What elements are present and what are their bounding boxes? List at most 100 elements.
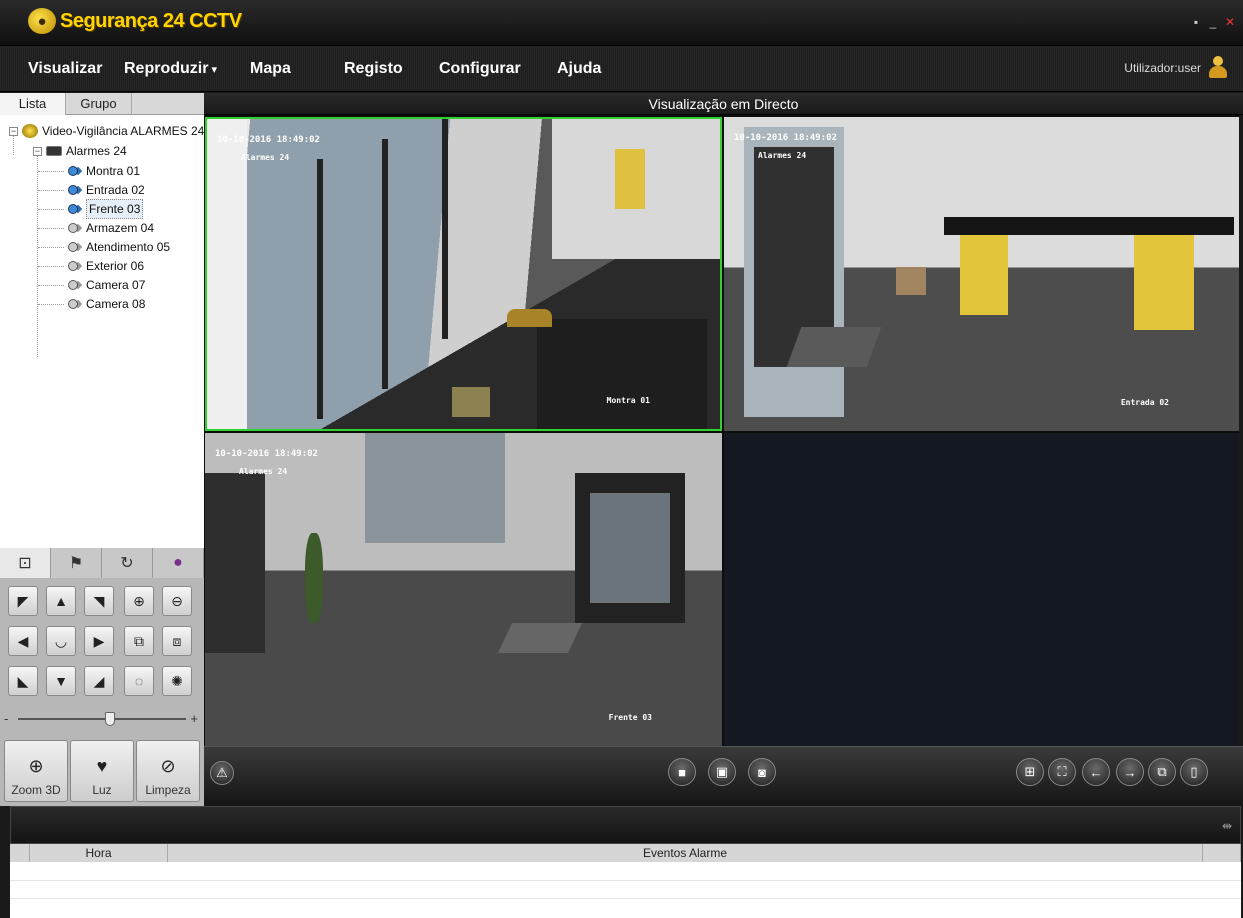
menu-registo[interactable]: Registo [344,46,403,92]
iris-open-button[interactable]: ◌ [124,666,154,696]
ptz-speed-slider[interactable]: - + [2,711,200,727]
tree-camera-armazem-04[interactable]: Armazem 04 [66,219,154,237]
zoom-out-button[interactable]: ⊖ [162,586,192,616]
camera-offline-icon [66,240,83,254]
fullscreen-button[interactable]: ⛶ [1048,758,1076,786]
video-grid: 10-10-2016 18:49:02 Alarmes 24 Montra 01… [204,115,1239,746]
iris-close-button[interactable]: ✺ [162,666,192,696]
minimize-button[interactable]: _ [1206,14,1220,30]
fullscreen-icon: ⛶ [1057,764,1067,779]
tree-camera-atendimento-05[interactable]: Atendimento 05 [66,238,170,256]
ptz-tabs: ⊡ ⚑ ↻ ● [0,548,204,578]
alarm-button[interactable]: ⚠ [210,761,234,785]
arrow-left-icon: ← [1089,764,1103,780]
ptz-right-button[interactable]: ▶ [84,626,114,656]
zoom-out-icon: ⊖ [171,592,183,609]
patrol-icon: ↻ [120,555,134,572]
video-channel-4[interactable] [724,433,1239,746]
camera-offline-icon [66,259,83,273]
layout-button[interactable]: ⊞ [1016,758,1044,786]
channel-dvr-label: Alarmes 24 [239,467,288,476]
lock-icon[interactable]: ▪ [1189,14,1203,30]
tree-camera-07[interactable]: Camera 07 [66,276,145,294]
menu-mapa[interactable]: Mapa [250,46,291,92]
ptz-left-button[interactable]: ◀ [8,626,38,656]
light-button[interactable]: ♥ Luz [70,740,134,802]
ptz-down-button[interactable]: ▼ [46,666,76,696]
tree-group[interactable]: − Alarmes 24 [33,142,127,160]
sequence-icon: ⧉ [1157,764,1167,779]
video-channel-3[interactable]: 10-10-2016 18:49:02 Alarmes 24 Frente 03 [205,433,722,746]
channel-name: Entrada 02 [1120,398,1169,407]
title-bar: ● Segurança 24 CCTV ▪ _ ✕ [0,0,1243,46]
close-button[interactable]: ✕ [1223,14,1237,30]
ptz-up-left-button[interactable]: ◤ [8,586,38,616]
color-tab[interactable]: ● [153,548,204,578]
previous-page-button[interactable]: ← [1082,758,1110,786]
stop-all-button[interactable]: ■ [668,758,696,786]
channel-timestamp: 10-10-2016 18:49:02 [217,135,320,145]
menu-configurar[interactable]: Configurar [439,46,521,92]
column-hora[interactable]: Hora [30,844,168,862]
ptz-down-left-button[interactable]: ◣ [8,666,38,696]
wiper-icon: ⊘ [160,756,176,776]
wiper-button[interactable]: ⊘ Limpeza [136,740,200,802]
layout-grid-icon: ⊞ [1024,764,1036,779]
user-indicator[interactable]: Utilizador:user [1124,56,1229,80]
next-page-button[interactable]: → [1116,758,1144,786]
column-eventos-alarme[interactable]: Eventos Alarme [168,844,1203,862]
tab-grupo[interactable]: Grupo [66,93,132,115]
tree-camera-frente-03[interactable]: Frente 03 [66,199,144,219]
arrow-up-icon: ▲ [54,593,68,609]
zoom-3d-icon: ⊕ [28,756,44,776]
camera-offline-icon [66,297,83,311]
focus-far-icon: ⧈ [172,632,182,649]
menu-reproduzir[interactable]: Reproduzir ▾ [124,46,217,92]
ptz-up-button[interactable]: ▲ [46,586,76,616]
focus-near-icon: ⧉ [134,632,144,649]
ptz-pad: ◤ ▲ ◥ ⊕ ⊖ ◀ ◡ ▶ ⧉ ⧈ ◣ ▼ ◢ ◌ ✺ - + [0,578,204,738]
focus-far-button[interactable]: ⧈ [162,626,192,656]
slider-thumb[interactable] [104,712,115,726]
collapse-icon[interactable]: − [33,146,42,156]
tree-camera-entrada-02[interactable]: Entrada 02 [66,181,145,199]
tree-root[interactable]: − Video-Vigilância ALARMES 24 [9,122,204,140]
ptz-control-tab[interactable]: ⊡ [0,548,51,578]
ptz-function-buttons: ⊕ Zoom 3D ♥ Luz ⊘ Limpeza [0,738,204,806]
audio-button[interactable]: ▯ [1180,758,1208,786]
warning-icon: ⚠ [216,765,228,780]
auto-scan-icon: ◡ [54,632,68,649]
tree-camera-exterior-06[interactable]: Exterior 06 [66,257,144,275]
menu-visualizar[interactable]: Visualizar [28,46,102,92]
ptz-down-right-button[interactable]: ◢ [84,666,114,696]
zoom-in-button[interactable]: ⊕ [124,586,154,616]
ptz-icon: ⊡ [18,555,32,572]
patrol-tab[interactable]: ↻ [102,548,153,578]
dvr-icon [46,146,62,156]
preset-tab[interactable]: ⚑ [51,548,102,578]
device-tree: − Video-Vigilância ALARMES 24 − Alarmes … [0,115,204,548]
record-button[interactable]: ▣ [708,758,736,786]
logo-icon: ● [28,8,56,34]
snapshot-button[interactable]: ◙ [748,758,776,786]
menu-bar: Visualizar Reproduzir ▾ Mapa Registo Conf… [0,46,1243,92]
video-channel-1[interactable]: 10-10-2016 18:49:02 Alarmes 24 Montra 01 [205,117,722,431]
app-logo: ● Segurança 24 CCTV [28,8,242,34]
tree-camera-montra-01[interactable]: Montra 01 [66,162,140,180]
arrow-down-right-icon: ◢ [93,672,105,689]
pin-icon[interactable]: ⇹ [1222,819,1232,833]
focus-near-button[interactable]: ⧉ [124,626,154,656]
menu-ajuda[interactable]: Ajuda [557,46,601,92]
camera-offline-icon [66,221,83,235]
site-icon [22,124,38,138]
arrow-left-icon: ◀ [17,632,29,649]
ptz-up-right-button[interactable]: ◥ [84,586,114,616]
collapse-icon[interactable]: − [9,126,18,136]
video-channel-2[interactable]: 10-10-2016 18:49:02 Alarmes 24 Entrada 0… [724,117,1239,431]
tree-camera-08[interactable]: Camera 08 [66,295,145,313]
zoom-3d-button[interactable]: ⊕ Zoom 3D [4,740,68,802]
ptz-auto-button[interactable]: ◡ [46,626,76,656]
sequence-button[interactable]: ⧉ [1148,758,1176,786]
arrow-up-left-icon: ◤ [17,592,29,609]
tab-lista[interactable]: Lista [0,93,66,115]
